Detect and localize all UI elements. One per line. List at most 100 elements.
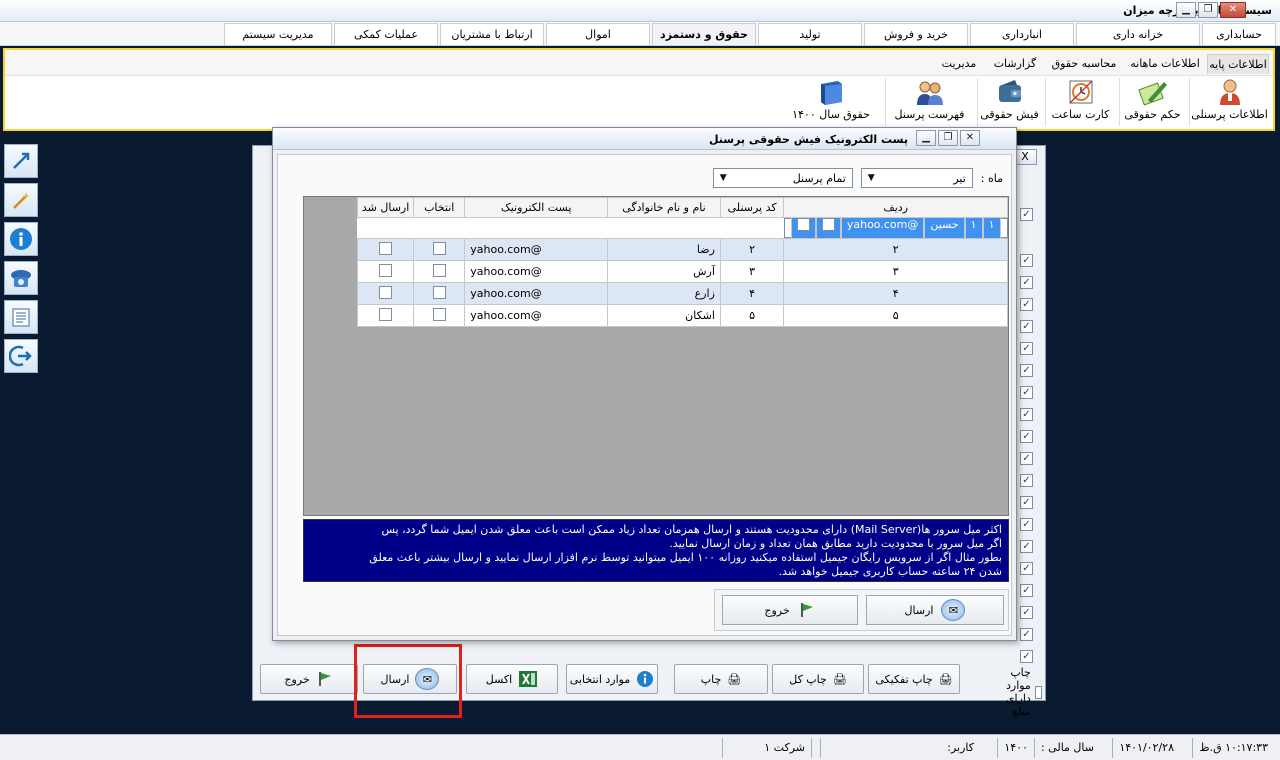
select-checkbox[interactable] — [432, 307, 446, 321]
row-checkbox[interactable]: ✓ — [1020, 540, 1033, 553]
logout-button[interactable] — [4, 339, 38, 373]
salary-1400-button[interactable]: حقوق سال ۱۴۰۰ — [781, 78, 881, 126]
row-checkbox[interactable]: ✓ — [1020, 562, 1033, 575]
row-checkbox[interactable]: ✓ — [1020, 628, 1033, 641]
subtab-basic-info[interactable]: اطلاعات پایه — [1207, 54, 1269, 74]
printer-icon: 🖨 — [832, 672, 847, 686]
tab-warehouse[interactable]: انبارداری — [970, 23, 1074, 45]
personnel-select[interactable]: تمام پرسنل ▼ — [712, 168, 853, 188]
payslip-button[interactable]: فیش حقوقی — [977, 78, 1041, 126]
print-all-button[interactable]: 🖨 چاپ کل — [772, 664, 864, 694]
select-checkbox[interactable] — [432, 241, 446, 255]
table-row[interactable]: ۵ ۵ اشکان @yahoo.com — [356, 304, 1008, 327]
row-checkbox[interactable]: ✓ — [1020, 254, 1033, 267]
tab-utilities[interactable]: عملیات کمکی — [334, 23, 438, 45]
row-checkbox[interactable]: ✓ — [1020, 452, 1033, 465]
subtab-management[interactable]: مدیریت — [935, 54, 983, 74]
tab-purchase-sales[interactable]: خرید و فروش — [864, 23, 968, 45]
col-full-name[interactable]: نام و نام خانوادگی — [607, 197, 721, 218]
excel-icon — [519, 671, 538, 687]
tab-system-admin[interactable]: مدیریت سیستم — [224, 23, 332, 45]
row-checkbox[interactable]: ✓ — [1020, 408, 1033, 421]
wizard-button[interactable] — [4, 183, 38, 217]
restore-button[interactable]: ❐ — [1198, 2, 1218, 18]
table-row[interactable]: ۳ ۳ آرش @yahoo.com — [356, 260, 1008, 283]
personnel-list-button[interactable]: فهرست پرسنل — [885, 78, 973, 126]
dialog-exit-button[interactable]: خروج — [722, 595, 858, 625]
dialog-send-button[interactable]: ✉ ارسال — [866, 595, 1004, 625]
mail-server-notice: اکثر میل سرور ها(Mail Server) دارای محدو… — [303, 519, 1009, 582]
row-checkbox[interactable]: ✓ — [1020, 276, 1033, 289]
row-checkbox[interactable]: ✓ — [1020, 386, 1033, 399]
tab-treasury[interactable]: خزانه داری — [1076, 23, 1200, 45]
exit-button[interactable]: خروج — [260, 664, 358, 694]
status-fiscal-year: ۱۴۰۰ — [997, 738, 1034, 758]
row-checkbox[interactable]: ✓ — [1020, 430, 1033, 443]
row-checkbox[interactable]: ✓ — [1020, 496, 1033, 509]
time-card-button[interactable]: کارت ساعت — [1045, 78, 1115, 126]
sent-checkbox[interactable] — [379, 241, 393, 255]
row-checkbox[interactable]: ✓ — [1020, 298, 1033, 311]
minimize-button[interactable]: ▁ — [1176, 2, 1196, 18]
col-select[interactable]: انتخاب — [413, 197, 466, 218]
subtab-reports[interactable]: گزارشات — [989, 54, 1041, 74]
col-personnel-code[interactable]: کد پرسنلی — [719, 197, 785, 218]
row-checkbox[interactable]: ✓ — [1020, 342, 1033, 355]
row-checkbox[interactable]: ✓ — [1020, 208, 1033, 221]
dialog-restore-button[interactable]: ❐ — [938, 130, 958, 146]
close-button[interactable]: ✕ — [1220, 2, 1246, 18]
notice-line: شدن ۲۴ ساعته حساب کاربری جیمیل خواهد شد. — [778, 565, 1002, 578]
select-checkbox[interactable] — [432, 285, 446, 299]
row-checkbox[interactable]: ✓ — [1020, 518, 1033, 531]
excel-button[interactable]: اکسل — [466, 664, 558, 694]
tab-production[interactable]: تولید — [758, 23, 862, 45]
row-checkbox[interactable]: ✓ — [1020, 320, 1033, 333]
print-button[interactable]: 🖨 چاپ — [674, 664, 768, 694]
dialog-minimize-button[interactable]: ▁ — [916, 130, 936, 146]
tab-accounting[interactable]: حسابداری — [1202, 23, 1276, 45]
table-row[interactable]: ۱ ۱ حسین @yahoo.com — [783, 217, 1008, 239]
status-bar: ۱۰:۱۷:۳۳ ق.ظ ۱۴۰۱/۰۲/۲۸ سال مالی : ۱۴۰۰ … — [0, 734, 1280, 760]
sent-cell — [356, 304, 415, 327]
select-cell — [413, 282, 466, 305]
table-row[interactable]: ۴ ۴ زارع @yahoo.com — [356, 282, 1008, 305]
email-cell: @yahoo.com — [840, 217, 925, 239]
row-checkbox[interactable]: ✓ — [1020, 606, 1033, 619]
table-row[interactable]: ۲ ۲ رضا @yahoo.com — [356, 238, 1008, 261]
sent-checkbox[interactable] — [379, 285, 393, 299]
dialog-close-button[interactable]: ✕ — [960, 130, 980, 146]
col-email[interactable]: پست الکترونیک — [464, 197, 609, 218]
select-checkbox[interactable] — [821, 218, 835, 231]
payslip-label: فیش حقوقی — [980, 108, 1039, 121]
print-label: چاپ — [700, 672, 722, 686]
col-sent[interactable]: ارسال شد — [356, 197, 415, 218]
sent-checkbox[interactable] — [379, 263, 393, 277]
tab-payroll[interactable]: حقوق و دستمزد — [652, 23, 756, 45]
tab-assets[interactable]: اموال — [546, 23, 650, 45]
print-separate-button[interactable]: 🖨 چاپ تفکیکی — [868, 664, 960, 694]
month-select[interactable]: تیر ▼ — [860, 168, 973, 188]
subtab-monthly-info[interactable]: اطلاعات ماهانه — [1127, 54, 1203, 74]
select-checkbox[interactable] — [432, 263, 446, 277]
print-amount-checkbox[interactable] — [1034, 685, 1042, 699]
resize-button[interactable] — [4, 144, 38, 178]
subtab-salary-calc[interactable]: محاسبه حقوق — [1047, 54, 1121, 74]
col-row[interactable]: ردیف — [783, 197, 1008, 218]
selected-items-button[interactable]: موارد انتخابی — [566, 664, 658, 694]
full-name-cell: حسین — [924, 217, 965, 239]
personnel-code-cell: ۵ — [719, 304, 785, 327]
magic-wand-icon — [13, 192, 30, 209]
contact-button[interactable] — [4, 261, 38, 295]
row-checkbox[interactable]: ✓ — [1020, 474, 1033, 487]
sent-checkbox[interactable] — [796, 218, 810, 231]
tab-crm[interactable]: ارتباط با مشتریان — [440, 23, 544, 45]
row-checkbox[interactable]: ✓ — [1020, 364, 1033, 377]
notes-button[interactable] — [4, 300, 38, 334]
row-checkbox[interactable]: ✓ — [1020, 584, 1033, 597]
info-button[interactable] — [4, 222, 38, 256]
left-toolbar — [4, 144, 38, 378]
salary-decree-button[interactable]: حکم حقوقی — [1119, 78, 1185, 126]
print-amount-option[interactable]: چاپ موارد دارای مبلغ — [984, 666, 1042, 718]
sent-checkbox[interactable] — [379, 307, 393, 321]
personnel-info-button[interactable]: اطلاعات پرسنلی — [1189, 78, 1269, 126]
